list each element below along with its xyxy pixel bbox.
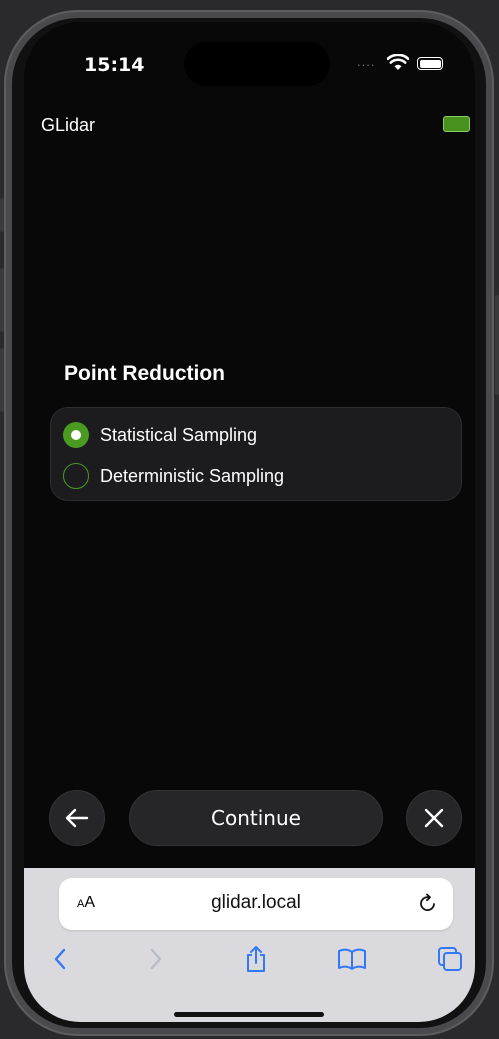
- action-button: [0, 198, 4, 232]
- radio-label: Statistical Sampling: [100, 424, 258, 445]
- close-button[interactable]: [406, 790, 462, 846]
- wifi-icon: [387, 54, 409, 70]
- volume-up-button: [0, 268, 4, 332]
- reload-icon[interactable]: [417, 892, 439, 914]
- tabs-button[interactable]: [435, 944, 465, 974]
- screen: 15:14 .... GLidar Point Reduction Statis…: [24, 22, 475, 1022]
- share-icon: [247, 946, 265, 972]
- device-battery-icon: [443, 116, 470, 132]
- radio-label: Deterministic Sampling: [100, 465, 285, 486]
- url-text: glidar.local: [211, 892, 301, 913]
- radio-unselected-icon[interactable]: [63, 463, 89, 489]
- app-title: GLidar: [41, 115, 96, 135]
- chevron-left-icon: [54, 948, 66, 970]
- point-reduction-radio-group: Statistical Sampling Deterministic Sampl…: [50, 407, 462, 501]
- battery-icon: [417, 57, 443, 70]
- home-indicator: [174, 1012, 324, 1017]
- back-button[interactable]: [49, 790, 105, 846]
- chevron-right-icon: [150, 948, 162, 970]
- arrow-left-icon: [65, 808, 89, 828]
- power-button: [495, 295, 499, 395]
- status-time: 15:14: [84, 54, 145, 76]
- book-icon: [338, 948, 366, 970]
- tabs-icon: [438, 947, 462, 971]
- radio-option-statistical-sampling[interactable]: Statistical Sampling: [63, 420, 257, 450]
- dynamic-island: [184, 42, 330, 86]
- browser-back-button[interactable]: [45, 944, 75, 974]
- browser-forward-button[interactable]: [141, 944, 171, 974]
- cellular-signal: ....: [357, 54, 376, 69]
- close-icon: [424, 808, 444, 828]
- browser-toolbar: AA glidar.local: [24, 868, 475, 1022]
- volume-down-button: [0, 348, 4, 412]
- radio-selected-icon[interactable]: [63, 422, 89, 448]
- radio-option-deterministic-sampling[interactable]: Deterministic Sampling: [63, 461, 284, 491]
- bookmarks-button[interactable]: [337, 944, 367, 974]
- section-title: Point Reduction: [64, 362, 225, 385]
- continue-button[interactable]: Continue: [129, 790, 383, 846]
- address-bar[interactable]: AA glidar.local: [59, 878, 453, 930]
- share-button[interactable]: [241, 944, 271, 974]
